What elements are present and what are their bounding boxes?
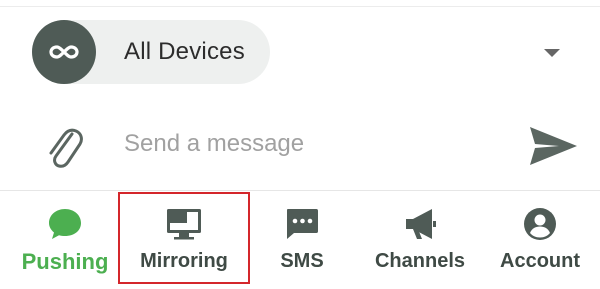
message-input[interactable] — [110, 126, 484, 162]
nav-label-sms: SMS — [280, 250, 324, 272]
nav-item-account[interactable]: Account — [488, 192, 592, 284]
chat-bubble-icon — [49, 209, 81, 239]
nav-label-account: Account — [500, 250, 580, 272]
device-avatar[interactable] — [32, 20, 96, 84]
megaphone-icon — [406, 209, 436, 239]
top-divider — [0, 6, 600, 7]
account-circle-icon — [524, 208, 556, 240]
composer-row — [0, 112, 600, 178]
nav-item-pushing[interactable]: Pushing — [12, 192, 118, 284]
bottom-navigation: Pushing Mirroring SMS Channels Account — [0, 192, 600, 289]
monitor-icon — [167, 209, 201, 240]
nav-item-sms[interactable]: SMS — [252, 192, 352, 284]
nav-label-channels: Channels — [374, 250, 466, 272]
paperclip-icon[interactable] — [42, 124, 86, 174]
nav-label-pushing: Pushing — [21, 249, 109, 274]
nav-item-mirroring[interactable]: Mirroring — [118, 192, 250, 284]
device-selector-row: All Devices — [0, 20, 600, 86]
infinity-icon — [49, 45, 79, 59]
sms-icon — [287, 209, 318, 239]
nav-item-channels[interactable]: Channels — [364, 192, 476, 284]
composer-divider — [0, 190, 600, 191]
nav-label-mirroring: Mirroring — [140, 250, 228, 272]
send-icon[interactable] — [527, 124, 579, 168]
caret-down-icon[interactable] — [542, 47, 562, 59]
device-label[interactable]: All Devices — [124, 38, 245, 66]
